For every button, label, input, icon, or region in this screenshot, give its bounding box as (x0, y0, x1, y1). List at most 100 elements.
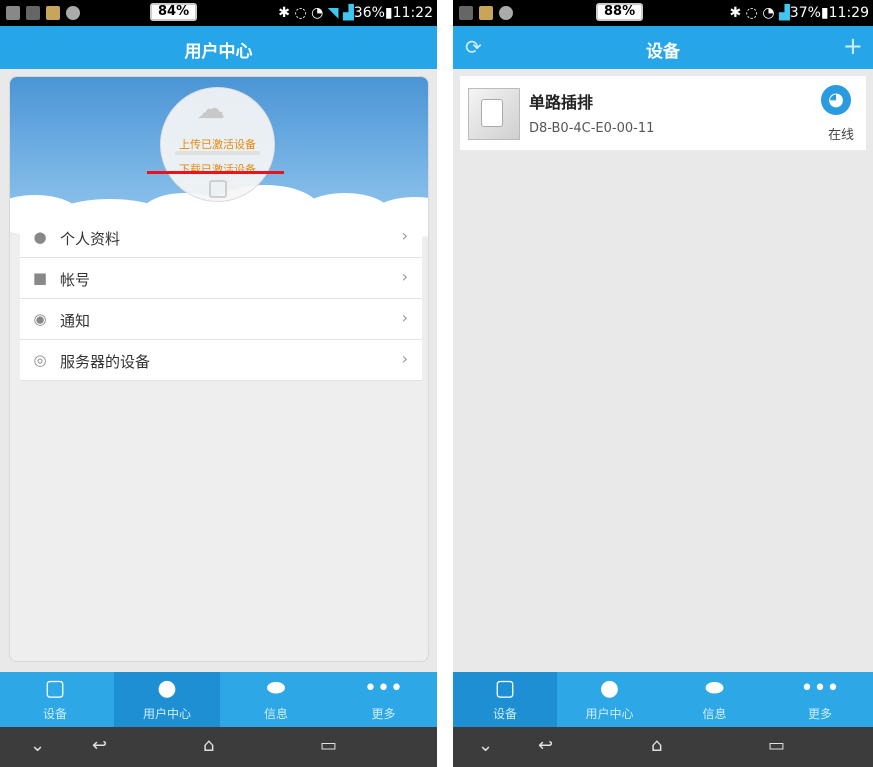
title-bar: 用户中心 (0, 26, 437, 69)
chevron-down-icon[interactable]: ⌄ (478, 735, 493, 756)
plug-icon (209, 180, 227, 198)
user-center-screen: 84% ✱ ◌ ◔ ◥ ▟36%▮11:22 用户中心 ☁ 上传已激活设备 下载… (0, 0, 437, 767)
battery-indicator: 84% (150, 3, 198, 21)
red-underline-annotation (147, 171, 284, 174)
battery-indicator: 88% (596, 3, 644, 21)
tablet-icon: ▢ (44, 676, 66, 701)
clock: 11:22 (392, 5, 433, 21)
user-icon: ● (157, 676, 177, 701)
more-icon: ••• (364, 676, 403, 701)
recents-icon[interactable]: ▭ (768, 735, 785, 756)
add-icon[interactable]: + (843, 32, 863, 60)
bottom-tab-bar: ▢ 设备 ● 用户中心 ⬬ 信息 ••• 更多 (0, 672, 437, 727)
sync-bubble: ☁ 上传已激活设备 下载已激活设备 (160, 87, 275, 202)
user-center-card: ☁ 上传已激活设备 下载已激活设备 ● 个人资料 › ■ 帐号 › ◉ 通知 ›… (9, 76, 429, 662)
battery-percent: 36% (353, 5, 385, 21)
tablet-icon: ▢ (494, 676, 516, 701)
device-list-item[interactable]: 单路插排 D8-B0-4C-E0-00-11 ◕ 在线 (460, 76, 866, 150)
gallery-icon (6, 6, 20, 20)
divider (175, 151, 260, 155)
status-right: ✱ ◌ ◔ ▟37%▮11:29 (729, 5, 869, 21)
bluetooth-icon: ✱ (729, 5, 742, 21)
app-icon (479, 6, 493, 20)
vibrate-icon: ◌ (745, 5, 758, 21)
menu-item-server-devices[interactable]: ◎ 服务器的设备 › (20, 340, 422, 381)
cloud-upload-icon: ☁ (197, 92, 225, 125)
image-icon (26, 6, 40, 20)
devices-screen: 88% ✱ ◌ ◔ ▟37%▮11:29 ⟳ 设备 + 单路插排 D8-B0-4… (453, 0, 873, 767)
cat-icon (499, 6, 513, 20)
home-icon[interactable]: ⌂ (651, 735, 662, 756)
vibrate-icon: ◌ (294, 5, 307, 21)
signal-bars-icon: ▟ (779, 5, 790, 21)
recents-icon[interactable]: ▭ (320, 735, 337, 756)
menu-item-account[interactable]: ■ 帐号 › (20, 258, 422, 299)
upload-activated-devices-button[interactable]: 上传已激活设备 (161, 136, 274, 152)
tab-label: 设备 (42, 707, 67, 721)
user-icon: ● (599, 676, 620, 701)
bluetooth-icon: ✱ (278, 5, 290, 21)
tab-user-center[interactable]: ● 用户中心 (114, 672, 220, 727)
cat-icon (66, 6, 80, 20)
tab-label: 用户中心 (585, 707, 634, 721)
tab-label: 设备 (492, 707, 517, 721)
page-title: 设备 (646, 42, 680, 62)
home-icon[interactable]: ⌂ (203, 735, 214, 756)
menu-item-notifications[interactable]: ◉ 通知 › (20, 299, 422, 340)
tab-label: 信息 (263, 707, 288, 721)
sky-banner: ☁ 上传已激活设备 下载已激活设备 (10, 77, 428, 239)
status-bar: 84% ✱ ◌ ◔ ◥ ▟36%▮11:22 (0, 0, 437, 26)
clock: 11:29 (828, 5, 869, 21)
system-nav-bar: ⌄ ↩ ⌂ ▭ (453, 727, 873, 767)
system-nav-bar: ⌄ ↩ ⌂ ▭ (0, 727, 437, 767)
device-thumbnail (468, 88, 520, 140)
tab-more[interactable]: ••• 更多 (330, 672, 437, 727)
tab-messages[interactable]: ⬬ 信息 (222, 672, 330, 727)
device-status: 在线 (827, 128, 854, 143)
status-right: ✱ ◌ ◔ ◥ ▟36%▮11:22 (278, 5, 433, 21)
status-bar: 88% ✱ ◌ ◔ ▟37%▮11:29 (453, 0, 873, 26)
menu-item-label: 服务器的设备 (60, 353, 151, 371)
message-icon: ⬬ (705, 676, 724, 701)
chat-icon: ◉ (33, 310, 47, 328)
chevron-right-icon: › (401, 226, 408, 245)
back-icon[interactable]: ↩ (92, 735, 107, 756)
alarm-icon: ◔ (762, 5, 775, 21)
tab-label: 用户中心 (142, 707, 191, 721)
menu-item-profile[interactable]: ● 个人资料 › (20, 217, 422, 258)
battery-icon: ▮ (384, 5, 393, 21)
user-menu: ● 个人资料 › ■ 帐号 › ◉ 通知 › ◎ 服务器的设备 › (20, 217, 422, 381)
tab-label: 更多 (807, 707, 832, 721)
tab-user-center[interactable]: ● 用户中心 (557, 672, 662, 727)
battery-percent: 37% (789, 5, 821, 21)
chevron-right-icon: › (401, 267, 408, 286)
tab-devices[interactable]: ▢ 设备 (0, 672, 110, 727)
menu-item-label: 帐号 (60, 271, 91, 289)
bottom-tab-bar: ▢ 设备 ● 用户中心 ⬬ 信息 ••• 更多 (453, 672, 873, 727)
menu-item-label: 通知 (60, 312, 91, 330)
device-name: 单路插排 (529, 93, 594, 112)
tab-more[interactable]: ••• 更多 (767, 672, 873, 727)
lock-icon: ■ (32, 269, 48, 287)
menu-item-label: 个人资料 (60, 230, 121, 248)
tab-label: 信息 (702, 707, 727, 721)
page-title: 用户中心 (184, 42, 253, 62)
tab-messages[interactable]: ⬬ 信息 (662, 672, 767, 727)
person-icon: ● (33, 228, 47, 246)
app-icon (46, 6, 60, 20)
alarm-icon: ◔ (311, 5, 324, 21)
globe-icon: ◕ (821, 85, 851, 115)
tab-devices[interactable]: ▢ 设备 (453, 672, 557, 727)
more-icon: ••• (800, 676, 840, 701)
download-activated-devices-button[interactable]: 下载已激活设备 (161, 161, 274, 177)
signal-bars-icon: ▟ (343, 5, 354, 21)
chevron-down-icon[interactable]: ⌄ (30, 735, 45, 756)
device-mac: D8-B0-4C-E0-00-11 (529, 121, 655, 136)
message-icon: ⬬ (266, 676, 286, 701)
signal-icon: ◎ (33, 351, 47, 369)
back-icon[interactable]: ↩ (538, 735, 553, 756)
wifi-icon: ◥ (327, 5, 339, 21)
tab-label: 更多 (371, 707, 396, 721)
image-icon (459, 6, 473, 20)
title-bar: ⟳ 设备 + (453, 26, 873, 69)
